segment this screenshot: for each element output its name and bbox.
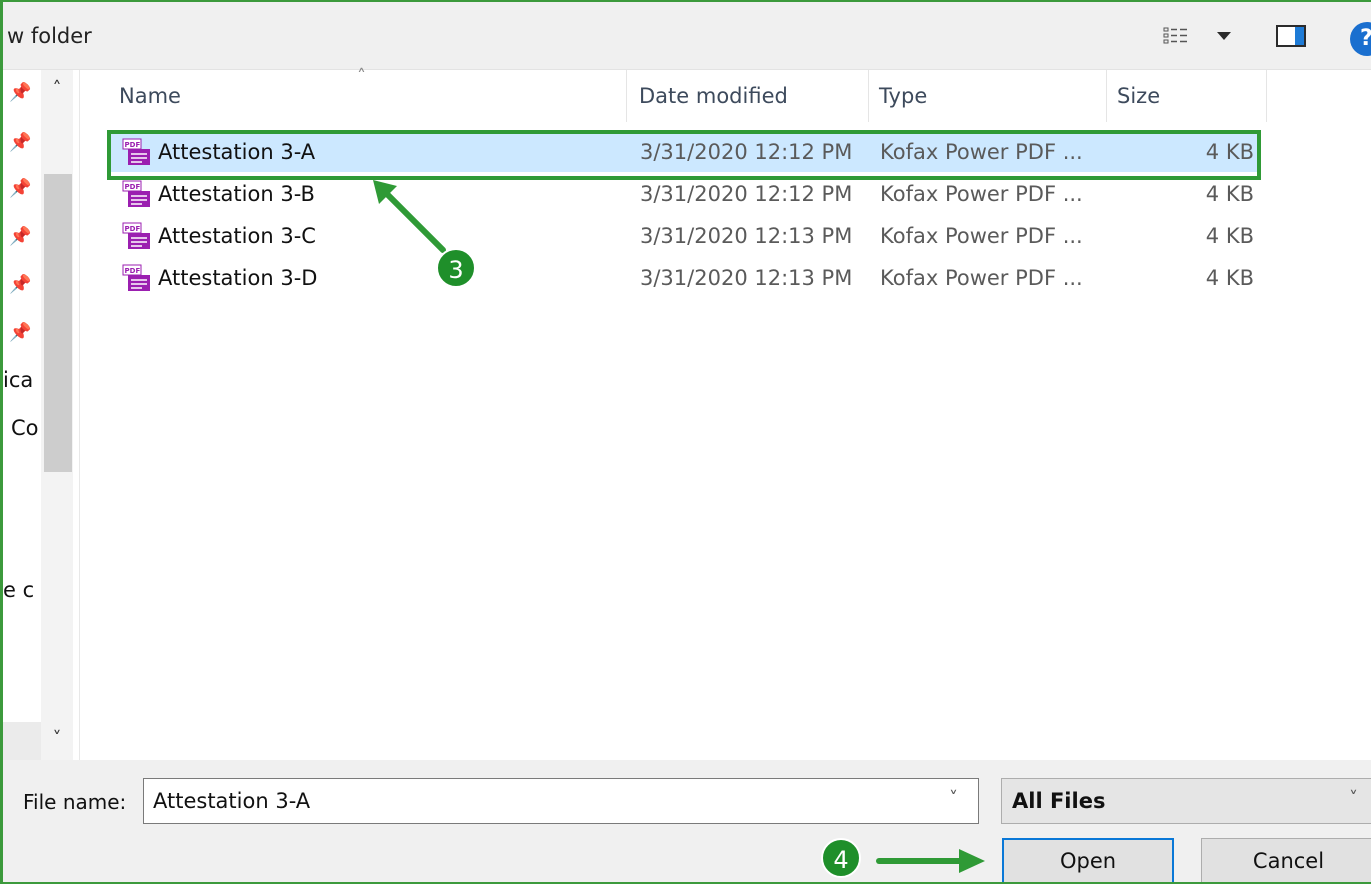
file-type-select[interactable]: All Files xyxy=(1001,778,1371,824)
step-3-badge: 3 xyxy=(436,248,476,288)
file-name-input[interactable]: Attestation 3-A xyxy=(143,778,979,824)
file-type: Kofax Power PDF ... xyxy=(880,182,1083,206)
open-button[interactable]: Open xyxy=(1002,838,1174,882)
dialog-footer: File name: Attestation 3-A ˅ All Files ˅… xyxy=(3,760,1371,882)
preview-pane-icon[interactable] xyxy=(1276,25,1306,47)
nav-scrollbar-thumb[interactable] xyxy=(44,174,72,472)
file-size: 4 KB xyxy=(1205,266,1254,290)
file-open-dialog: w folder ? ˄ ˅ 📌 📌 📌 📌 📌 📌 ica Co e xyxy=(0,0,1371,884)
file-name: Attestation 3-C xyxy=(158,224,316,248)
scroll-up-icon[interactable]: ˄ xyxy=(41,78,73,102)
chevron-down-icon[interactable] xyxy=(1217,32,1231,40)
column-header-size[interactable]: Size xyxy=(1107,70,1267,122)
chevron-down-icon[interactable]: ˅ xyxy=(1349,788,1358,809)
pdf-file-icon: PDF xyxy=(122,180,150,207)
file-size: 4 KB xyxy=(1205,140,1254,164)
toolbar: w folder ? xyxy=(3,2,1371,70)
column-header-name[interactable]: Name xyxy=(109,70,627,122)
cancel-button[interactable]: Cancel xyxy=(1201,838,1371,882)
svg-text:PDF: PDF xyxy=(125,141,141,149)
file-size: 4 KB xyxy=(1205,182,1254,206)
pin-icon: 📌 xyxy=(9,132,32,153)
pin-icon: 📌 xyxy=(9,274,32,295)
file-row[interactable]: PDF Attestation 3-D 3/31/2020 12:13 PM Kofa… xyxy=(108,258,1258,298)
file-type: Kofax Power PDF ... xyxy=(880,140,1083,164)
nav-item[interactable]: ica xyxy=(3,368,33,392)
file-name: Attestation 3-A xyxy=(158,140,316,164)
pin-icon: 📌 xyxy=(9,226,32,247)
column-header-date-modified[interactable]: Date modified xyxy=(629,70,869,122)
file-name-label: File name: xyxy=(23,790,127,814)
nav-item[interactable]: e c xyxy=(3,578,34,602)
file-list: ˄ Name Date modified Type Size PDF Attest… xyxy=(81,66,1371,760)
file-date-modified: 3/31/2020 12:12 PM xyxy=(640,140,853,164)
nav-item[interactable]: Co xyxy=(11,416,39,440)
file-date-modified: 3/31/2020 12:13 PM xyxy=(640,224,853,248)
pin-icon: 📌 xyxy=(9,82,32,103)
scroll-down-icon[interactable]: ˅ xyxy=(41,728,73,752)
pdf-file-icon: PDF xyxy=(122,264,150,291)
file-row[interactable]: PDF Attestation 3-A 3/31/2020 12:12 PM Kofa… xyxy=(108,132,1258,172)
annotation-arrow xyxy=(876,849,985,873)
file-date-modified: 3/31/2020 12:12 PM xyxy=(640,182,853,206)
views-icon[interactable] xyxy=(1163,26,1189,46)
pdf-file-icon: PDF xyxy=(122,222,150,249)
svg-text:PDF: PDF xyxy=(125,225,141,233)
file-row[interactable]: PDF Attestation 3-B 3/31/2020 12:12 PM Kofa… xyxy=(108,174,1258,214)
column-header-type[interactable]: Type xyxy=(869,70,1107,122)
file-row[interactable]: PDF Attestation 3-C 3/31/2020 12:13 PM Kofa… xyxy=(108,216,1258,256)
file-date-modified: 3/31/2020 12:13 PM xyxy=(640,266,853,290)
nav-scroll-corner xyxy=(3,722,41,760)
pdf-file-icon: PDF xyxy=(122,138,150,165)
file-name: Attestation 3-D xyxy=(158,266,318,290)
svg-text:PDF: PDF xyxy=(125,267,141,275)
file-size: 4 KB xyxy=(1205,224,1254,248)
column-headers: ˄ Name Date modified Type Size xyxy=(81,66,1371,122)
help-icon[interactable]: ? xyxy=(1350,22,1371,56)
pin-icon: 📌 xyxy=(9,178,32,199)
svg-text:PDF: PDF xyxy=(125,183,141,191)
pin-icon: 📌 xyxy=(9,322,32,343)
chevron-down-icon[interactable]: ˅ xyxy=(949,788,958,809)
navigation-pane: ˄ ˅ 📌 📌 📌 📌 📌 📌 ica Co e c xyxy=(3,70,80,760)
file-type: Kofax Power PDF ... xyxy=(880,224,1083,248)
new-folder-button[interactable]: w folder xyxy=(7,22,92,50)
file-name: Attestation 3-B xyxy=(158,182,315,206)
step-4-badge: 4 xyxy=(821,838,861,878)
file-type: Kofax Power PDF ... xyxy=(880,266,1083,290)
